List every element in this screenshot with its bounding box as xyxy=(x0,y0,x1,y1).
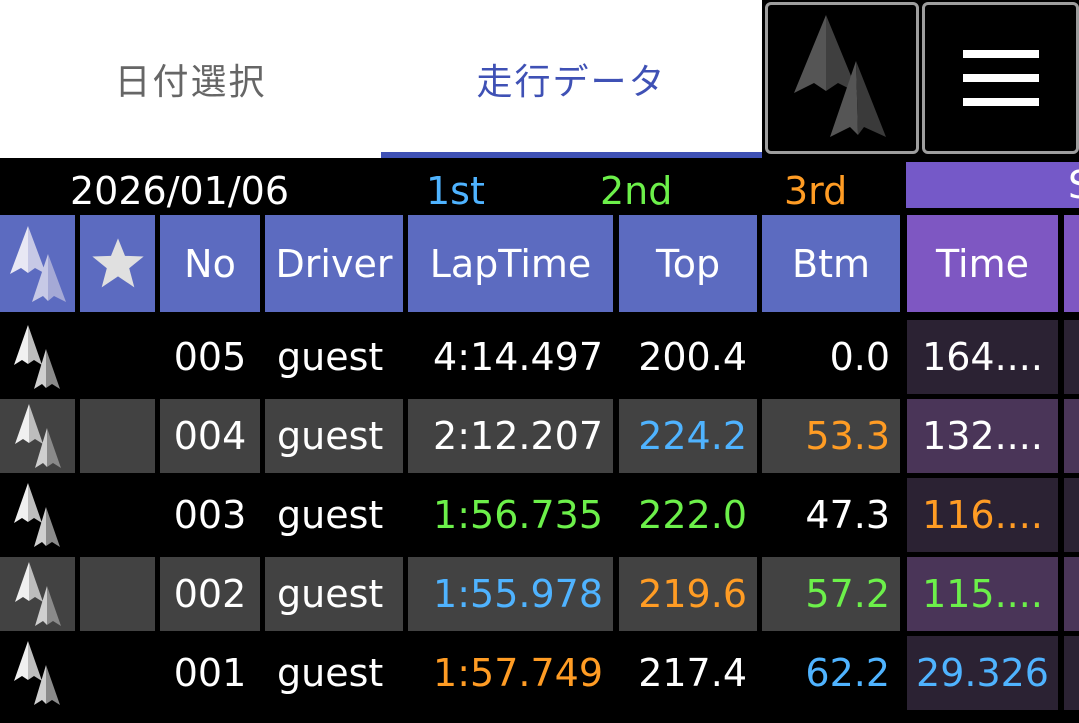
row-next-column xyxy=(1064,636,1079,710)
row-sector-time: 115.... xyxy=(907,557,1058,631)
tab-selected-indicator xyxy=(381,152,762,158)
row-favorite-cell[interactable] xyxy=(80,478,155,552)
row-driver: guest xyxy=(265,557,403,631)
app-logo-icon xyxy=(9,225,66,302)
row-no: 004 xyxy=(160,399,260,473)
app-logo-icon xyxy=(14,562,61,626)
app-logo-icon xyxy=(14,404,61,468)
app-logo-icon xyxy=(794,15,886,137)
hamburger-menu-icon xyxy=(962,50,1039,106)
tab-run-data[interactable]: 走行データ xyxy=(381,0,762,158)
row-logo-cell[interactable] xyxy=(0,478,75,552)
menu-button[interactable] xyxy=(922,2,1079,154)
row-driver: guest xyxy=(265,320,403,394)
logo-button[interactable] xyxy=(765,2,919,154)
row-no: 005 xyxy=(160,320,260,394)
row-favorite-cell[interactable] xyxy=(80,557,155,631)
row-sector-time: 116.... xyxy=(907,478,1058,552)
header-time[interactable]: Time xyxy=(907,215,1058,312)
header-top[interactable]: Top xyxy=(619,215,757,312)
legend-third: 3rd xyxy=(784,169,848,213)
star-icon xyxy=(91,237,144,287)
row-next-column xyxy=(1064,320,1079,394)
row-logo-cell[interactable] xyxy=(0,636,75,710)
row-bottom-speed: 47.3 xyxy=(762,478,900,552)
app-logo-icon xyxy=(14,641,60,705)
header-laptime[interactable]: LapTime xyxy=(408,215,613,312)
legend-second: 2nd xyxy=(600,169,673,213)
row-driver: guest xyxy=(265,478,403,552)
row-bottom-speed: 57.2 xyxy=(762,557,900,631)
legend-first: 1st xyxy=(426,169,485,213)
row-favorite-cell[interactable] xyxy=(80,399,155,473)
row-laptime: 1:56.735 xyxy=(408,478,613,552)
header-logo-cell[interactable] xyxy=(0,215,75,312)
row-top-speed: 219.6 xyxy=(619,557,757,631)
row-top-speed: 224.2 xyxy=(619,399,757,473)
row-bottom-speed: 0.0 xyxy=(762,320,900,394)
row-logo-cell[interactable] xyxy=(0,399,75,473)
session-date: 2026/01/06 xyxy=(70,169,290,213)
row-favorite-cell[interactable] xyxy=(80,636,155,710)
row-sector-time: 164.... xyxy=(907,320,1058,394)
header-btm[interactable]: Btm xyxy=(762,215,900,312)
row-driver: guest xyxy=(265,399,403,473)
row-laptime: 2:12.207 xyxy=(408,399,613,473)
row-sector-time: 29.326 xyxy=(907,636,1058,710)
app-logo-icon xyxy=(14,483,60,547)
row-logo-cell[interactable] xyxy=(0,557,75,631)
row-next-column xyxy=(1064,557,1079,631)
row-laptime: 1:55.978 xyxy=(408,557,613,631)
row-logo-cell[interactable] xyxy=(0,320,75,394)
row-next-column xyxy=(1064,478,1079,552)
row-no: 002 xyxy=(160,557,260,631)
row-top-speed: 222.0 xyxy=(619,478,757,552)
row-top-speed: 200.4 xyxy=(619,320,757,394)
row-driver: guest xyxy=(265,636,403,710)
row-next-column xyxy=(1064,399,1079,473)
tab-date-select[interactable]: 日付選択 xyxy=(0,0,381,158)
header-driver[interactable]: Driver xyxy=(265,215,403,312)
header-favorite-cell[interactable] xyxy=(80,215,155,312)
row-top-speed: 217.4 xyxy=(619,636,757,710)
sector-header-band: S xyxy=(906,162,1079,208)
row-laptime: 1:57.749 xyxy=(408,636,613,710)
row-laptime: 4:14.497 xyxy=(408,320,613,394)
row-no: 001 xyxy=(160,636,260,710)
app-logo-icon xyxy=(14,325,60,389)
row-bottom-speed: 62.2 xyxy=(762,636,900,710)
row-no: 003 xyxy=(160,478,260,552)
header-no[interactable]: No xyxy=(160,215,260,312)
row-bottom-speed: 53.3 xyxy=(762,399,900,473)
row-sector-time: 132.... xyxy=(907,399,1058,473)
row-favorite-cell[interactable] xyxy=(80,320,155,394)
header-next-column xyxy=(1064,215,1079,312)
sector-label: S xyxy=(1068,162,1079,208)
